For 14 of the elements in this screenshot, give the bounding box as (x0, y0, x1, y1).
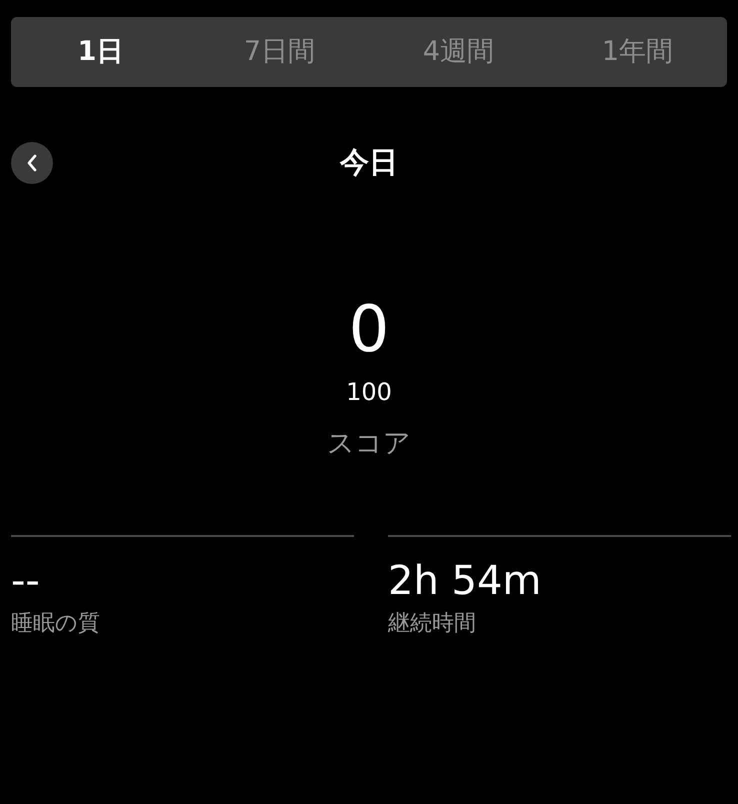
score-label: スコア (327, 427, 411, 461)
page-title: 今日 (340, 144, 398, 182)
back-icon (26, 154, 38, 172)
stat-value: 2h 54m (388, 558, 542, 602)
period-tab[interactable]: 1日 (11, 17, 190, 87)
stat-label: 睡眠の質 (11, 610, 101, 638)
period-tab[interactable]: 7日間 (190, 17, 369, 87)
stat-value: -- (11, 558, 41, 602)
score-max: 100 (346, 377, 392, 408)
back-button[interactable] (11, 142, 53, 184)
stat-label: 継続時間 (388, 610, 477, 638)
score-value: 0 (348, 298, 390, 362)
period-tab[interactable]: 4週間 (369, 17, 548, 87)
period-tab[interactable]: 1年間 (548, 17, 727, 87)
